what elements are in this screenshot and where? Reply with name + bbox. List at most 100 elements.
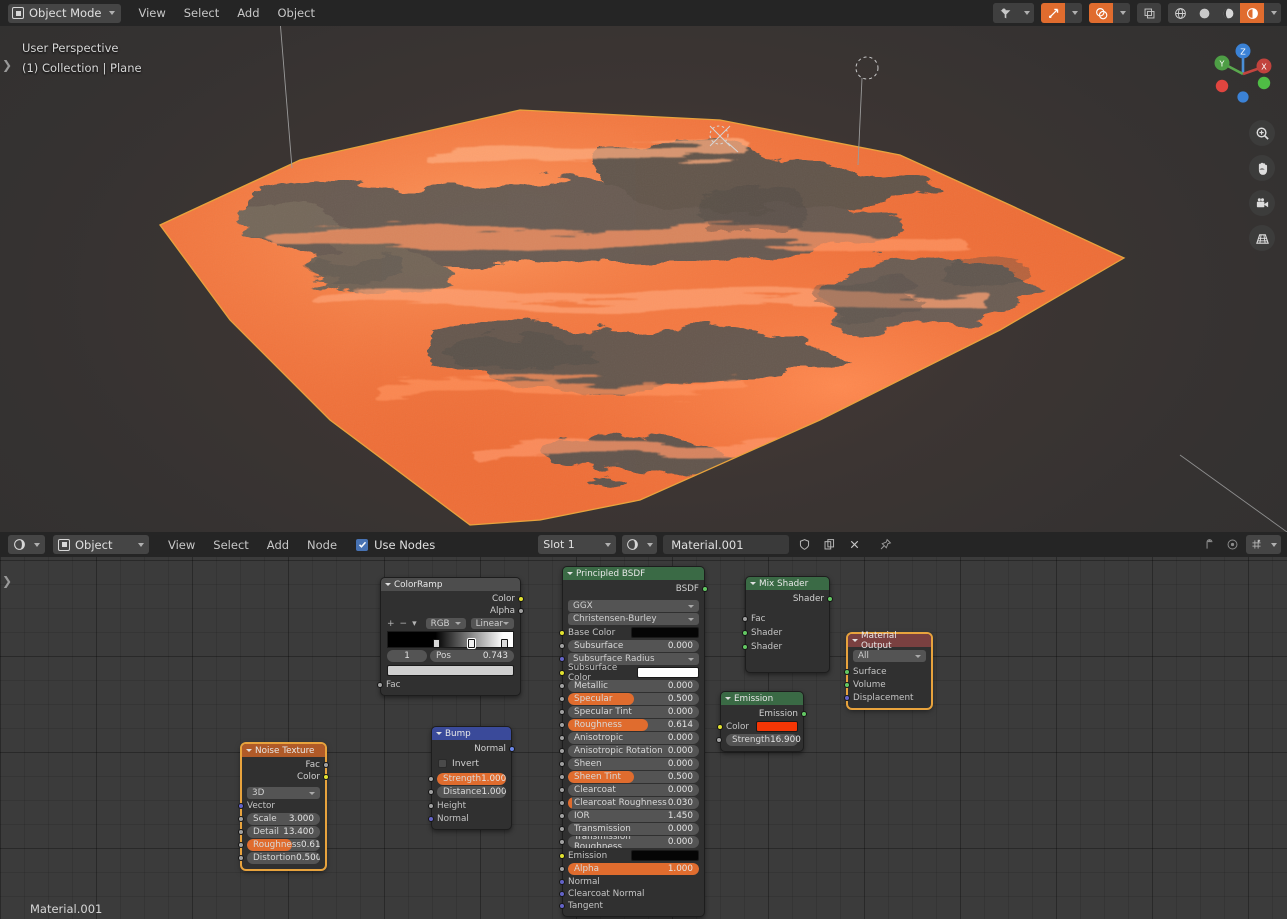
solid-shading-icon[interactable] <box>1192 3 1216 23</box>
socket-displacement[interactable] <box>844 694 850 701</box>
ramp-tools[interactable]: + − ▾ RGB Linear <box>381 617 520 630</box>
socket-fac[interactable] <box>377 682 383 688</box>
menu-select[interactable]: Select <box>175 0 228 26</box>
camera-icon[interactable] <box>1249 190 1275 216</box>
node-menu-view[interactable]: View <box>159 532 204 558</box>
node-noise-texture[interactable]: Noise Texture Fac Color 3D Vector Scale 3… <box>238 743 329 870</box>
dimension-dropdown[interactable]: 3D <box>247 787 320 799</box>
node-header[interactable]: Material Output <box>848 631 931 651</box>
socket-color[interactable] <box>518 596 524 602</box>
socket[interactable] <box>559 735 565 741</box>
node-principled-bsdf[interactable]: Principled BSDF BSDF GGX Christensen-Bur… <box>559 566 708 917</box>
shader-type-selector[interactable]: Object <box>53 535 149 554</box>
output-target-dropdown[interactable]: All <box>853 650 926 662</box>
color-swatch[interactable] <box>631 850 699 861</box>
socket-color[interactable] <box>323 774 329 780</box>
collapse-triangle-icon[interactable] <box>436 732 442 735</box>
socket-bsdf[interactable] <box>702 586 708 592</box>
socket[interactable] <box>559 643 565 649</box>
prop-specular-tint[interactable]: Specular Tint 0.000 <box>568 706 699 718</box>
ramp-stop[interactable] <box>433 639 440 648</box>
show-gizmo-icon[interactable] <box>1041 3 1065 23</box>
input-normal[interactable]: Normal <box>428 812 511 825</box>
ramp-menu-icon[interactable]: ▾ <box>412 619 417 629</box>
output-alpha[interactable]: Alpha <box>381 605 524 617</box>
overlay-group[interactable] <box>1089 3 1130 23</box>
prop-metallic[interactable]: Metallic 0.000 <box>568 680 699 692</box>
navigation-gizmo[interactable]: Z Y X <box>1207 38 1279 110</box>
socket-height[interactable] <box>428 802 434 809</box>
socket[interactable] <box>559 787 565 793</box>
ramp-stop-color-swatch[interactable] <box>387 665 514 676</box>
color-swatch[interactable] <box>631 627 699 638</box>
socket-color[interactable] <box>717 723 723 730</box>
fake-user-icon[interactable] <box>795 535 814 554</box>
socket-strength[interactable] <box>716 737 722 743</box>
socket[interactable] <box>559 722 565 728</box>
socket[interactable] <box>559 748 565 754</box>
socket-volume[interactable] <box>844 681 850 688</box>
prop-specular[interactable]: Specular 0.500 <box>568 693 699 705</box>
shading-dropdown-icon[interactable] <box>1264 3 1281 23</box>
menu-add[interactable]: Add <box>228 0 268 26</box>
output-normal[interactable]: Normal <box>432 742 515 755</box>
collapse-triangle-icon[interactable] <box>385 583 391 586</box>
viewport-sidebar-toggle[interactable]: ❯ <box>2 58 12 72</box>
add-stop-icon[interactable]: + <box>387 619 395 629</box>
prop-detail[interactable]: Detail 13.400 <box>247 826 320 838</box>
input-shader-2[interactable]: Shader <box>742 640 829 654</box>
collapse-triangle-icon[interactable] <box>246 749 252 752</box>
collapse-triangle-icon[interactable] <box>750 582 756 585</box>
overlay-dropdown-icon[interactable] <box>1113 3 1130 23</box>
socket-surface[interactable] <box>844 668 850 675</box>
emission-color-row[interactable]: Color <box>717 720 803 733</box>
socket-alpha[interactable] <box>518 608 524 614</box>
use-nodes-toggle[interactable]: Use Nodes <box>356 538 435 552</box>
node-header[interactable]: Bump <box>432 727 511 740</box>
output-color[interactable]: Color <box>381 593 524 605</box>
xray-group[interactable] <box>1137 3 1161 23</box>
shading-group[interactable] <box>1168 3 1281 23</box>
node-mix-shader[interactable]: Mix Shader Shader Fac Shader Shader <box>742 576 833 673</box>
collapse-triangle-icon[interactable] <box>852 639 858 642</box>
node-header[interactable]: Mix Shader <box>746 577 829 590</box>
prop-clearcoat[interactable]: Clearcoat 0.000 <box>568 784 699 796</box>
socket[interactable] <box>238 842 244 848</box>
ramp-interpolation[interactable]: Linear <box>470 618 514 629</box>
prop-sheen[interactable]: Sheen 0.000 <box>568 758 699 770</box>
prop-clearcoat-normal[interactable]: Clearcoat Normal <box>563 888 704 900</box>
input-shader-1[interactable]: Shader <box>742 626 829 640</box>
output-bsdf[interactable]: BSDF <box>563 582 708 596</box>
node-header[interactable]: Emission <box>721 692 803 705</box>
proportional-editing-icon[interactable] <box>1223 535 1242 554</box>
ramp-stop-active[interactable] <box>468 639 475 648</box>
output-shader[interactable]: Shader <box>746 592 833 606</box>
viewport-controls[interactable] <box>993 3 1281 23</box>
ramp-stop-index[interactable]: 1 <box>387 650 427 662</box>
input-volume[interactable]: Volume <box>844 678 931 691</box>
socket-vector[interactable] <box>238 803 244 809</box>
visibility-group[interactable] <box>993 3 1034 23</box>
gizmo-group[interactable] <box>1041 3 1082 23</box>
color-ramp-gradient[interactable] <box>387 631 514 648</box>
node-emission[interactable]: Emission Emission Color Strength 16.900 <box>716 691 807 752</box>
socket[interactable] <box>428 789 434 795</box>
distribution-dropdown[interactable]: GGX <box>568 600 699 612</box>
socket[interactable] <box>559 839 565 845</box>
socket[interactable] <box>559 866 565 872</box>
prop-scale[interactable]: Scale 3.000 <box>247 813 320 825</box>
output-fac[interactable]: Fac <box>242 759 329 771</box>
hand-icon[interactable] <box>1249 155 1275 181</box>
node-bump[interactable]: Bump Normal Invert Strength 1.000 Distance… <box>428 726 515 830</box>
emission-strength-field[interactable]: Strength 16.900 <box>716 734 801 746</box>
socket[interactable] <box>559 813 565 819</box>
zoom-icon[interactable] <box>1249 120 1275 146</box>
node-header[interactable]: ColorRamp <box>381 578 520 591</box>
input-surface[interactable]: Surface <box>844 665 931 678</box>
node-editor-sidebar-toggle[interactable]: ❯ <box>2 574 12 588</box>
socket[interactable] <box>238 816 244 822</box>
invert-toggle[interactable]: Invert <box>432 755 511 772</box>
input-fac[interactable]: Fac <box>742 612 829 626</box>
material-name-field[interactable]: Material.001 <box>663 535 790 554</box>
grid-icon[interactable] <box>1249 225 1275 251</box>
